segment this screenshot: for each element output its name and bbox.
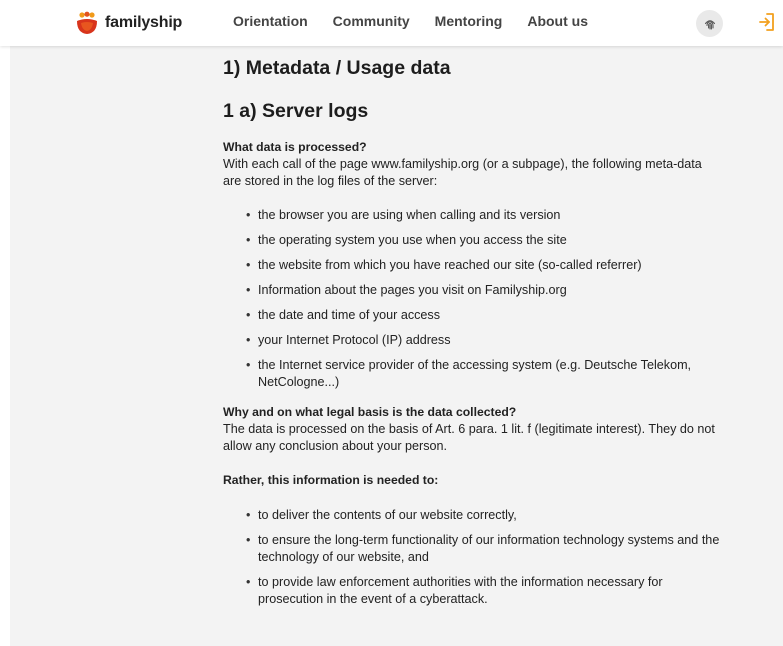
rather-heading: Rather, this information is needed to: <box>223 473 439 487</box>
list-item: Information about the pages you visit on… <box>223 282 723 299</box>
list-item: the browser you are using when calling a… <box>223 207 723 224</box>
subsection-heading: 1 a) Server logs <box>223 100 369 122</box>
paragraph: The data is processed on the basis of Ar… <box>223 422 715 453</box>
privacy-content: 1) Metadata / Usage data 1 a) Server log… <box>223 56 723 616</box>
paragraph: With each call of the page www.familyshi… <box>223 157 702 188</box>
login-button[interactable] <box>758 12 776 37</box>
question-heading: Why and on what legal basis is the data … <box>223 405 517 419</box>
brand-logo[interactable]: familyship <box>75 10 182 36</box>
list-item: the Internet service provider of the acc… <box>223 357 723 391</box>
list-item: to provide law enforcement authorities w… <box>223 574 723 608</box>
list-item: your Internet Protocol (IP) address <box>223 332 723 349</box>
list-item: the operating system you use when you ac… <box>223 232 723 249</box>
nav-item-mentoring[interactable]: Mentoring <box>435 13 503 29</box>
top-navigation-bar: familyship Orientation Community Mentori… <box>0 0 783 46</box>
list-item: the website from which you have reached … <box>223 257 723 274</box>
fingerprint-button[interactable] <box>696 10 723 37</box>
nav-item-orientation[interactable]: Orientation <box>233 13 308 29</box>
nav-item-about-us[interactable]: About us <box>527 13 588 29</box>
login-icon <box>759 13 774 31</box>
purpose-list: to deliver the contents of our website c… <box>223 507 723 608</box>
nav-item-community[interactable]: Community <box>333 13 410 29</box>
main-nav: Orientation Community Mentoring About us <box>233 13 588 29</box>
metadata-list: the browser you are using when calling a… <box>223 207 723 391</box>
section-heading: 1) Metadata / Usage data <box>223 57 451 79</box>
list-item: to deliver the contents of our website c… <box>223 507 723 524</box>
question-heading: What data is processed? <box>223 140 367 154</box>
list-item: the date and time of your access <box>223 307 723 324</box>
brand-name: familyship <box>105 14 183 31</box>
fingerprint-icon <box>704 19 715 30</box>
familyship-logo-icon <box>77 11 97 34</box>
list-item: to ensure the long-term functionality of… <box>223 532 723 566</box>
